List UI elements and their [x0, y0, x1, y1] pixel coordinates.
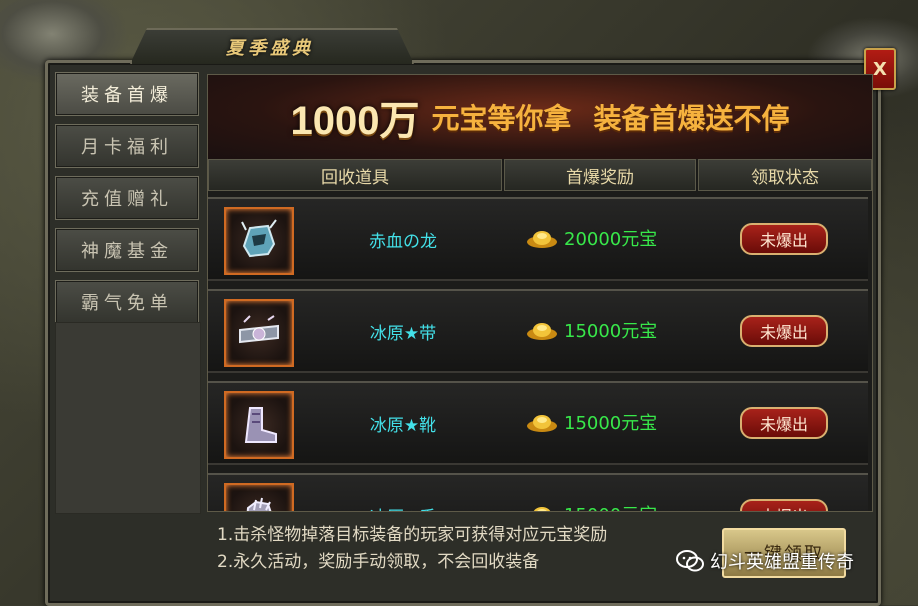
- item-slot[interactable]: [224, 299, 294, 367]
- sidebar-item-monthly-card[interactable]: 月卡福利: [55, 124, 199, 168]
- gold-ingot-icon: [527, 231, 557, 248]
- banner-text-2: 装备首爆送不停: [593, 102, 790, 135]
- gauntlet-icon: [246, 497, 272, 511]
- sidebar-item-equipment-first-drop[interactable]: 装备首爆: [55, 72, 199, 116]
- boots-icon: [244, 407, 277, 443]
- sidebar: 装备首爆 月卡福利 充值赠礼 神魔基金 霸气免单: [55, 72, 200, 332]
- item-slot[interactable]: [224, 391, 294, 459]
- table-row: 冰原★手 15000元宝 未爆出: [208, 473, 868, 511]
- table-header: 回收道具 首爆奖励 领取状态: [208, 159, 872, 191]
- watermark-text: 幻斗英雄盟重传奇: [710, 552, 854, 573]
- reward: 15000元宝: [526, 317, 657, 343]
- banner-amount: 1000万: [290, 99, 420, 143]
- sidebar-item-recharge-gift[interactable]: 充值赠礼: [55, 176, 199, 220]
- status-badge[interactable]: 未爆出: [740, 499, 828, 511]
- main-panel: 1000万 元宝等你拿 装备首爆送不停 回收道具 首爆奖励 领取状态 赤血の龙: [207, 74, 873, 512]
- status-badge[interactable]: 未爆出: [740, 315, 828, 347]
- reward-amount: 20000元宝: [564, 229, 658, 250]
- sidebar-item-free-order[interactable]: 霸气免单: [55, 280, 199, 324]
- wechat-icon: [676, 550, 704, 572]
- sidebar-item-fund[interactable]: 神魔基金: [55, 228, 199, 272]
- note-line-1: 1.击杀怪物掉落目标装备的玩家可获得对应元宝奖励: [217, 525, 608, 545]
- gold-ingot-icon: [527, 415, 557, 432]
- item-slot[interactable]: [224, 483, 294, 511]
- banner-text-1: 元宝等你拿: [431, 102, 572, 135]
- gold-ingot-icon: [527, 323, 557, 340]
- rules-notes: 1.击杀怪物掉落目标装备的玩家可获得对应元宝奖励 2.永久活动，奖励手动领取，不…: [207, 514, 737, 596]
- item-name: 冰原★带: [369, 324, 437, 344]
- gold-ingot-icon: [533, 507, 551, 511]
- reward: 15000元宝: [526, 501, 657, 511]
- watermark: 幻斗英雄盟重传奇: [676, 548, 854, 574]
- sidebar-filler: [55, 322, 201, 514]
- item-name: 赤血の龙: [369, 232, 437, 252]
- table-row: 冰原★带 15000元宝 未爆出: [208, 289, 868, 373]
- item-name: 冰原★手: [318, 503, 488, 511]
- item-name: 冰原★靴: [369, 416, 437, 436]
- reward-amount: 15000元宝: [564, 501, 657, 511]
- table-row: 赤血の龙 20000元宝 未爆出: [208, 197, 868, 281]
- reward: 15000元宝: [526, 409, 657, 435]
- reward-amount: 15000元宝: [564, 321, 658, 342]
- status-badge[interactable]: 未爆出: [740, 407, 828, 439]
- header-status: 领取状态: [698, 159, 872, 191]
- header-item: 回收道具: [208, 159, 502, 191]
- table-body: 赤血の龙 20000元宝 未爆出 冰原★带 15000元宝 未爆出 冰原★靴 1…: [208, 197, 872, 511]
- item-slot[interactable]: [224, 207, 294, 275]
- window-title: 夏季盛典: [226, 38, 314, 59]
- status-badge[interactable]: 未爆出: [740, 223, 828, 255]
- reward-amount: 15000元宝: [564, 413, 658, 434]
- promo-banner: 1000万 元宝等你拿 装备首爆送不停: [208, 75, 872, 159]
- helmet-icon: [241, 219, 277, 258]
- belt-icon: [239, 315, 279, 344]
- reward: 20000元宝: [526, 225, 657, 251]
- header-reward: 首爆奖励: [504, 159, 696, 191]
- table-row: 冰原★靴 15000元宝 未爆出: [208, 381, 868, 465]
- note-line-2: 2.永久活动，奖励手动领取，不会回收装备: [217, 552, 540, 572]
